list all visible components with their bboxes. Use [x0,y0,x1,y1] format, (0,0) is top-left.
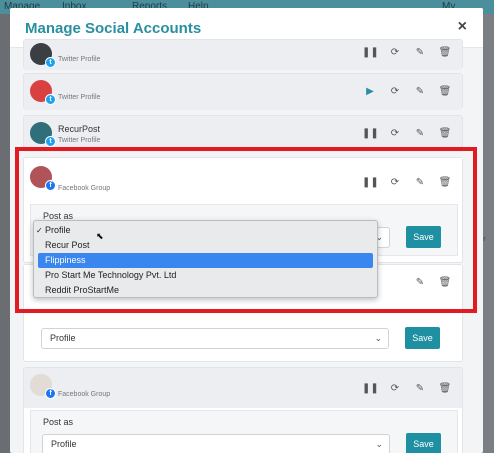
account-actions: ❚❚ ⟳ ✎ 🗑 [362,175,454,191]
account-type: Facebook Group [58,391,111,398]
avatar: t [30,122,56,147]
account-row: t Twitter Profile ❚❚ ⟳ ✎ 🗑 [24,40,462,70]
facebook-icon: f [45,388,56,399]
pause-icon[interactable]: ❚❚ [362,126,379,142]
account-type: Twitter Profile [58,56,101,63]
trash-icon[interactable]: 🗑 [437,45,453,61]
account-type: Twitter Profile [58,137,101,144]
account-card: t Twitter Profile ❚❚ ⟳ ✎ 🗑 [23,39,463,70]
dropdown-option-profile[interactable]: ✓ Profile [34,223,377,238]
post-as-select[interactable]: Profile ⌄ [41,328,389,349]
option-label: Profile [45,225,71,235]
account-row: f Facebook Group ❚❚ ⟳ ✎ 🗑 [24,368,462,408]
account-card: t RecurPost Twitter Profile ❚❚ ⟳ ✎ 🗑 [23,115,463,152]
trash-icon[interactable]: 🗑 [437,126,453,142]
pause-icon[interactable]: ❚❚ [362,45,379,61]
account-actions: ❚❚ ⟳ ✎ 🗑 [362,126,454,142]
account-card: t Twitter Profile ▶ ⟳ ✎ 🗑 [23,73,463,110]
twitter-icon: t [45,136,56,147]
avatar: t [30,43,56,68]
account-row: f Facebook Group ❚❚ ⟳ ✎ 🗑 [24,158,462,202]
account-type: Twitter Profile [58,94,101,101]
background-left-panel [0,14,10,453]
facebook-icon: f [45,180,56,191]
twitter-icon: t [45,57,56,68]
twitter-icon: t [45,94,56,105]
refresh-icon[interactable]: ⟳ [387,175,403,191]
close-icon[interactable]: × [458,18,467,36]
edit-icon[interactable]: ✎ [412,84,428,100]
avatar: f [30,374,56,399]
account-row: t RecurPost Twitter Profile ❚❚ ⟳ ✎ 🗑 [24,116,462,152]
post-as-selected-value: Profile [51,439,77,449]
trash-icon[interactable]: 🗑 [437,381,453,397]
trash-icon[interactable]: 🗑 [437,275,453,291]
post-as-selected-value: Profile [50,333,76,343]
post-as-panel: Profile ⌄ Save [30,323,458,355]
trash-icon[interactable]: 🗑 [437,84,453,100]
trash-icon[interactable]: 🗑 [437,175,453,191]
option-label: Flippiness [45,255,86,265]
pause-icon[interactable]: ❚❚ [362,381,379,397]
mouse-cursor-icon: ⬉ [96,231,104,241]
account-actions: ❚❚ ⟳ ✎ 🗑 [362,45,454,61]
post-as-select[interactable]: Profile ⌄ [42,434,390,453]
account-row: t Twitter Profile ▶ ⟳ ✎ 🗑 [24,74,462,110]
post-as-panel: Post as Profile ⌄ Save [30,410,458,453]
pause-icon[interactable]: ❚❚ [362,175,379,191]
edit-icon[interactable]: ✎ [412,275,428,291]
save-button[interactable]: Save [405,327,440,349]
post-as-label: Post as [43,417,74,427]
edit-icon[interactable]: ✎ [412,45,428,61]
edit-icon[interactable]: ✎ [412,126,428,142]
account-card: f Facebook Group ❚❚ ⟳ ✎ 🗑 Post as Profil… [23,367,463,453]
refresh-icon[interactable]: ⟳ [387,84,403,100]
option-label: Reddit ProStartMe [45,285,120,295]
account-actions: ▶ ⟳ ✎ 🗑 [362,84,454,100]
refresh-icon[interactable]: ⟳ [387,45,403,61]
dropdown-option-flippiness[interactable]: Flippiness [38,253,373,268]
dropdown-option-pro-start-me[interactable]: Pro Start Me Technology Pvt. Ltd [34,268,377,283]
account-type: Facebook Group [58,185,111,192]
dropdown-option-recur-post[interactable]: Recur Post [34,238,377,253]
checkmark-icon: ✓ [36,226,43,235]
save-button[interactable]: Save [406,433,441,453]
play-icon[interactable]: ▶ [362,84,378,100]
post-as-dropdown-list: ✓ Profile Recur Post Flippiness Pro Star… [33,220,378,298]
edit-icon[interactable]: ✎ [412,175,428,191]
dropdown-option-reddit-prostartme[interactable]: Reddit ProStartMe [34,283,377,298]
option-label: Pro Start Me Technology Pvt. Ltd [45,270,177,280]
modal-title: Manage Social Accounts [25,20,202,37]
refresh-icon[interactable]: ⟳ [387,381,403,397]
account-actions: ❚❚ ⟳ ✎ 🗑 [362,381,454,397]
account-name: RecurPost [58,124,101,134]
option-label: Recur Post [45,240,90,250]
avatar: t [30,80,56,105]
edit-icon[interactable]: ✎ [412,381,428,397]
chevron-down-icon: ⌄ [375,439,383,449]
chevron-down-icon: ⌄ [374,333,382,343]
refresh-icon[interactable]: ⟳ [387,126,403,142]
save-button[interactable]: Save [406,226,441,248]
avatar: f [30,166,56,191]
